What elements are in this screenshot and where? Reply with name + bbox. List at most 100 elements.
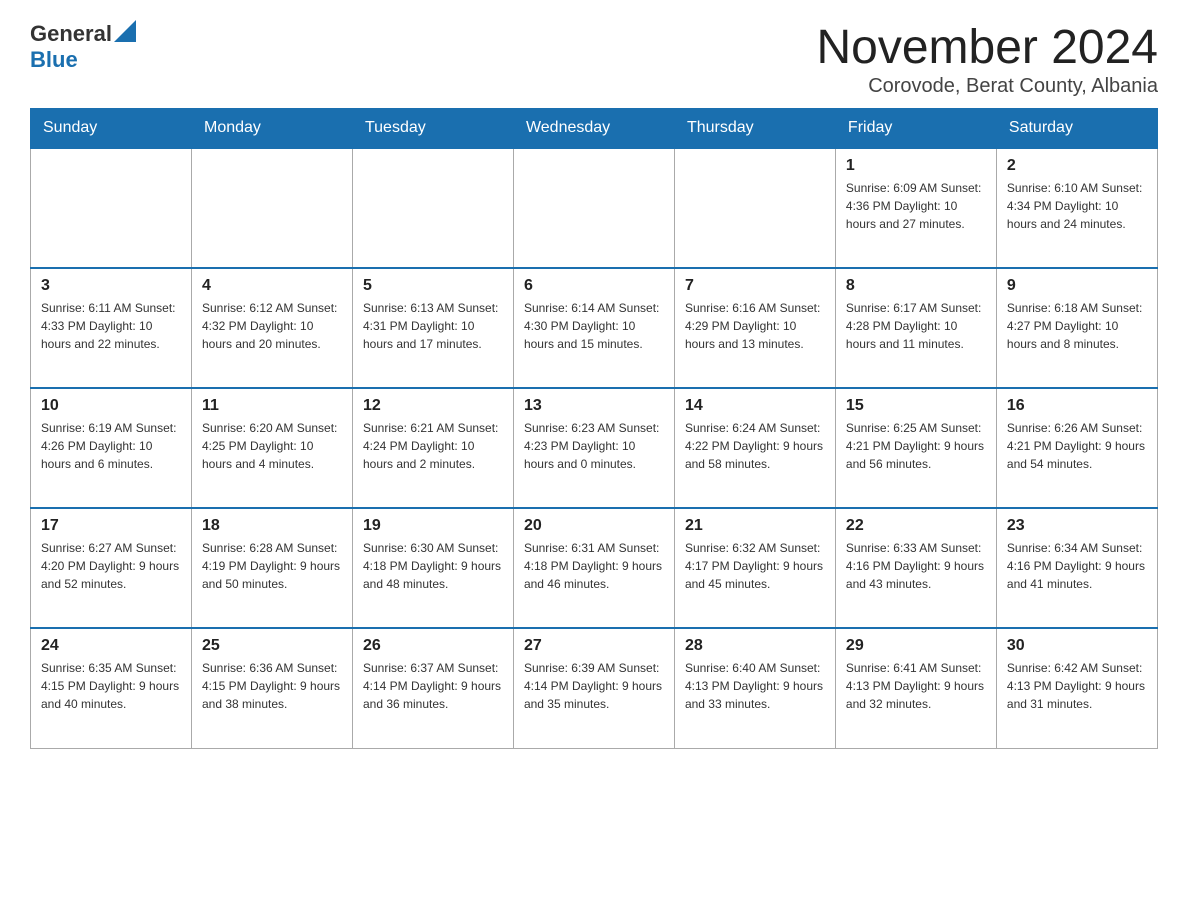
day-info: Sunrise: 6:18 AM Sunset: 4:27 PM Dayligh…: [1007, 299, 1147, 353]
day-number: 9: [1007, 277, 1147, 295]
header-friday: Friday: [835, 109, 996, 149]
table-row: 1 Sunrise: 6:09 AM Sunset: 4:36 PM Daylig…: [835, 148, 996, 268]
day-number: 17: [41, 517, 181, 535]
header-tuesday: Tuesday: [352, 109, 513, 149]
day-number: 20: [524, 517, 664, 535]
day-number: 21: [685, 517, 825, 535]
day-info: Sunrise: 6:17 AM Sunset: 4:28 PM Dayligh…: [846, 299, 986, 353]
header-sunday: Sunday: [31, 109, 192, 149]
day-number: 25: [202, 637, 342, 655]
table-row: 26 Sunrise: 6:37 AM Sunset: 4:14 PM Dayli…: [352, 628, 513, 748]
table-row: [31, 148, 192, 268]
day-info: Sunrise: 6:09 AM Sunset: 4:36 PM Dayligh…: [846, 179, 986, 233]
page-header: General Blue November 2024 Corovode, Ber…: [30, 20, 1158, 98]
day-number: 28: [685, 637, 825, 655]
header-wednesday: Wednesday: [513, 109, 674, 149]
day-number: 23: [1007, 517, 1147, 535]
table-row: 24Sunrise: 6:35 AM Sunset: 4:15 PM Dayli…: [31, 628, 192, 748]
table-row: 14 Sunrise: 6:24 AM Sunset: 4:22 PM Dayli…: [674, 388, 835, 508]
table-row: 15Sunrise: 6:25 AM Sunset: 4:21 PM Dayli…: [835, 388, 996, 508]
table-row: 17Sunrise: 6:27 AM Sunset: 4:20 PM Dayli…: [31, 508, 192, 628]
calendar-week-4: 17Sunrise: 6:27 AM Sunset: 4:20 PM Dayli…: [31, 508, 1158, 628]
table-row: 3Sunrise: 6:11 AM Sunset: 4:33 PM Daylig…: [31, 268, 192, 388]
table-row: 10 Sunrise: 6:19 AM Sunset: 4:26 PM Dayli…: [31, 388, 192, 508]
day-number: 16: [1007, 397, 1147, 415]
day-info: Sunrise: 6:37 AM Sunset: 4:14 PM Dayligh…: [363, 659, 503, 713]
table-row: [352, 148, 513, 268]
day-info: Sunrise: 6:10 AM Sunset: 4:34 PM Dayligh…: [1007, 179, 1147, 233]
day-number: 4: [202, 277, 342, 295]
day-info: Sunrise: 6:13 AM Sunset: 4:31 PM Dayligh…: [363, 299, 503, 353]
day-info: Sunrise: 6:26 AM Sunset: 4:21 PM Dayligh…: [1007, 419, 1147, 473]
table-row: 7Sunrise: 6:16 AM Sunset: 4:29 PM Daylig…: [674, 268, 835, 388]
day-number: 10: [41, 397, 181, 415]
table-row: 19 Sunrise: 6:30 AM Sunset: 4:18 PM Dayli…: [352, 508, 513, 628]
table-row: 12 Sunrise: 6:21 AM Sunset: 4:24 PM Dayli…: [352, 388, 513, 508]
table-row: 4 Sunrise: 6:12 AM Sunset: 4:32 PM Daylig…: [191, 268, 352, 388]
table-row: [191, 148, 352, 268]
table-row: 5 Sunrise: 6:13 AM Sunset: 4:31 PM Daylig…: [352, 268, 513, 388]
day-info: Sunrise: 6:21 AM Sunset: 4:24 PM Dayligh…: [363, 419, 503, 473]
logo-general: General: [30, 21, 112, 47]
table-row: [513, 148, 674, 268]
day-info: Sunrise: 6:40 AM Sunset: 4:13 PM Dayligh…: [685, 659, 825, 713]
table-row: 11 Sunrise: 6:20 AM Sunset: 4:25 PM Dayli…: [191, 388, 352, 508]
day-number: 1: [846, 157, 986, 175]
day-info: Sunrise: 6:24 AM Sunset: 4:22 PM Dayligh…: [685, 419, 825, 473]
table-row: 21 Sunrise: 6:32 AM Sunset: 4:17 PM Dayli…: [674, 508, 835, 628]
day-info: Sunrise: 6:31 AM Sunset: 4:18 PM Dayligh…: [524, 539, 664, 593]
day-info: Sunrise: 6:11 AM Sunset: 4:33 PM Dayligh…: [41, 299, 181, 353]
day-info: Sunrise: 6:42 AM Sunset: 4:13 PM Dayligh…: [1007, 659, 1147, 713]
header-monday: Monday: [191, 109, 352, 149]
table-row: 22 Sunrise: 6:33 AM Sunset: 4:16 PM Dayli…: [835, 508, 996, 628]
logo: General Blue: [30, 20, 136, 73]
day-number: 11: [202, 397, 342, 415]
day-info: Sunrise: 6:30 AM Sunset: 4:18 PM Dayligh…: [363, 539, 503, 593]
day-info: Sunrise: 6:41 AM Sunset: 4:13 PM Dayligh…: [846, 659, 986, 713]
calendar-week-1: 1 Sunrise: 6:09 AM Sunset: 4:36 PM Daylig…: [31, 148, 1158, 268]
day-info: Sunrise: 6:34 AM Sunset: 4:16 PM Dayligh…: [1007, 539, 1147, 593]
table-row: 6 Sunrise: 6:14 AM Sunset: 4:30 PM Daylig…: [513, 268, 674, 388]
day-number: 19: [363, 517, 503, 535]
table-row: 29 Sunrise: 6:41 AM Sunset: 4:13 PM Dayli…: [835, 628, 996, 748]
table-row: 23 Sunrise: 6:34 AM Sunset: 4:16 PM Dayli…: [996, 508, 1157, 628]
day-info: Sunrise: 6:14 AM Sunset: 4:30 PM Dayligh…: [524, 299, 664, 353]
calendar-week-3: 10 Sunrise: 6:19 AM Sunset: 4:26 PM Dayli…: [31, 388, 1158, 508]
day-number: 14: [685, 397, 825, 415]
day-number: 29: [846, 637, 986, 655]
day-number: 5: [363, 277, 503, 295]
day-info: Sunrise: 6:36 AM Sunset: 4:15 PM Dayligh…: [202, 659, 342, 713]
day-number: 6: [524, 277, 664, 295]
day-number: 12: [363, 397, 503, 415]
page-title: November 2024: [816, 20, 1158, 75]
day-info: Sunrise: 6:23 AM Sunset: 4:23 PM Dayligh…: [524, 419, 664, 473]
table-row: 2Sunrise: 6:10 AM Sunset: 4:34 PM Daylig…: [996, 148, 1157, 268]
day-info: Sunrise: 6:32 AM Sunset: 4:17 PM Dayligh…: [685, 539, 825, 593]
day-info: Sunrise: 6:20 AM Sunset: 4:25 PM Dayligh…: [202, 419, 342, 473]
day-number: 27: [524, 637, 664, 655]
table-row: 16 Sunrise: 6:26 AM Sunset: 4:21 PM Dayli…: [996, 388, 1157, 508]
table-row: 18Sunrise: 6:28 AM Sunset: 4:19 PM Dayli…: [191, 508, 352, 628]
calendar-week-2: 3Sunrise: 6:11 AM Sunset: 4:33 PM Daylig…: [31, 268, 1158, 388]
weekday-header-row: Sunday Monday Tuesday Wednesday Thursday…: [31, 109, 1158, 149]
table-row: 27 Sunrise: 6:39 AM Sunset: 4:14 PM Dayli…: [513, 628, 674, 748]
table-row: 20 Sunrise: 6:31 AM Sunset: 4:18 PM Dayli…: [513, 508, 674, 628]
day-info: Sunrise: 6:39 AM Sunset: 4:14 PM Dayligh…: [524, 659, 664, 713]
title-area: November 2024 Corovode, Berat County, Al…: [816, 20, 1158, 98]
page-subtitle: Corovode, Berat County, Albania: [816, 75, 1158, 98]
day-info: Sunrise: 6:35 AM Sunset: 4:15 PM Dayligh…: [41, 659, 181, 713]
table-row: 9 Sunrise: 6:18 AM Sunset: 4:27 PM Daylig…: [996, 268, 1157, 388]
day-number: 13: [524, 397, 664, 415]
calendar-table: Sunday Monday Tuesday Wednesday Thursday…: [30, 108, 1158, 749]
table-row: [674, 148, 835, 268]
day-number: 26: [363, 637, 503, 655]
day-number: 18: [202, 517, 342, 535]
table-row: 28 Sunrise: 6:40 AM Sunset: 4:13 PM Dayli…: [674, 628, 835, 748]
day-info: Sunrise: 6:12 AM Sunset: 4:32 PM Dayligh…: [202, 299, 342, 353]
table-row: 13 Sunrise: 6:23 AM Sunset: 4:23 PM Dayli…: [513, 388, 674, 508]
day-info: Sunrise: 6:33 AM Sunset: 4:16 PM Dayligh…: [846, 539, 986, 593]
day-info: Sunrise: 6:19 AM Sunset: 4:26 PM Dayligh…: [41, 419, 181, 473]
day-number: 8: [846, 277, 986, 295]
header-saturday: Saturday: [996, 109, 1157, 149]
day-number: 22: [846, 517, 986, 535]
